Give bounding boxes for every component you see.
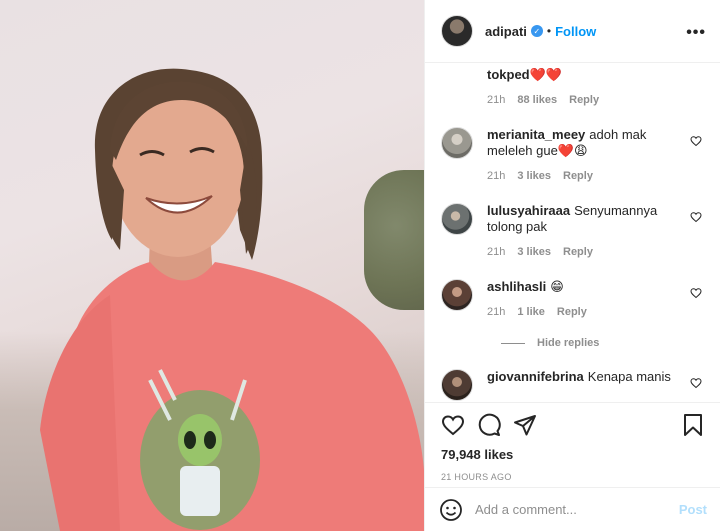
- person-illustration: [40, 68, 424, 531]
- comment-item: merianita_meey adoh mak meleleh gue❤️😩 21…: [441, 127, 704, 182]
- comment-meta: 21h 3 likes Reply: [487, 246, 704, 258]
- post-actions: 79,948 likes 21 HOURS AGO: [425, 402, 720, 482]
- comment-body: ashlihasli 😁 21h 1 like Reply: [487, 279, 704, 318]
- commenter-username[interactable]: giovannifebrina: [487, 369, 584, 384]
- commenter-avatar[interactable]: [441, 127, 473, 159]
- comment-time[interactable]: 21h: [487, 170, 505, 182]
- comment-item: giovannifebrina Kenapa manis: [441, 369, 704, 401]
- comment-likes[interactable]: 1 like: [517, 306, 545, 318]
- emoji-icon[interactable]: [439, 498, 463, 522]
- comment-text: lulusyahiraaa Senyumannya tolong pak: [487, 203, 677, 235]
- author-username[interactable]: adipati: [485, 24, 527, 39]
- comment-time[interactable]: 21h: [487, 306, 505, 318]
- save-icon[interactable]: [681, 413, 705, 437]
- post-photo[interactable]: [0, 0, 424, 531]
- comment-time[interactable]: 21h: [487, 94, 505, 106]
- hide-replies-line: [501, 342, 525, 344]
- commenter-avatar[interactable]: [441, 279, 473, 311]
- comment-meta: 21h 88 likes Reply: [487, 94, 704, 106]
- comment-content: 😁: [550, 279, 564, 294]
- commenter-username[interactable]: merianita_meey: [487, 127, 585, 142]
- comment-likes[interactable]: 88 likes: [517, 94, 557, 106]
- commenter-avatar[interactable]: [441, 203, 473, 235]
- post-timestamp[interactable]: 21 HOURS AGO: [441, 472, 705, 482]
- like-heart-icon[interactable]: [441, 413, 465, 437]
- like-comment-heart-icon[interactable]: [690, 377, 702, 389]
- action-icons: [441, 413, 705, 437]
- like-comment-heart-icon[interactable]: [690, 211, 702, 223]
- more-options-icon[interactable]: •••: [686, 24, 706, 42]
- comment-body: merianita_meey adoh mak meleleh gue❤️😩 21…: [487, 127, 704, 182]
- add-comment-bar: Post: [425, 487, 720, 531]
- share-icon[interactable]: [513, 413, 537, 437]
- comment-text: tokped❤️❤️: [487, 67, 677, 83]
- verified-icon: ✓: [530, 25, 543, 37]
- comment-item: ashlihasli 😁 21h 1 like Reply: [441, 279, 704, 318]
- hide-replies-button[interactable]: Hide replies: [501, 337, 704, 349]
- comment-content: Kenapa manis: [587, 369, 671, 384]
- post-header: adipati ✓ • Follow •••: [425, 0, 720, 63]
- like-comment-heart-icon[interactable]: [690, 135, 702, 147]
- comment-text: giovannifebrina Kenapa manis: [487, 369, 677, 385]
- post-modal: adipati ✓ • Follow ••• tokped❤️❤️ 21h 88…: [0, 0, 720, 531]
- follow-button[interactable]: Follow: [555, 24, 596, 39]
- comment-meta: 21h 3 likes Reply: [487, 170, 704, 182]
- comment-meta: 21h 1 like Reply: [487, 306, 704, 318]
- reply-button[interactable]: Reply: [557, 306, 587, 318]
- commenter-avatar[interactable]: [441, 369, 473, 401]
- like-comment-heart-icon[interactable]: [690, 287, 702, 299]
- comment-body: lulusyahiraaa Senyumannya tolong pak 21h …: [487, 203, 704, 258]
- reply-button[interactable]: Reply: [569, 94, 599, 106]
- reply-button[interactable]: Reply: [563, 246, 593, 258]
- author-avatar[interactable]: [441, 15, 473, 47]
- comment-text: ashlihasli 😁: [487, 279, 677, 295]
- commenter-username[interactable]: ashlihasli: [487, 279, 546, 294]
- avatar-spacer: [441, 67, 473, 106]
- comment-time[interactable]: 21h: [487, 246, 505, 258]
- comment-likes[interactable]: 3 likes: [517, 170, 551, 182]
- comment-body: giovannifebrina Kenapa manis: [487, 369, 704, 401]
- post-side-panel: adipati ✓ • Follow ••• tokped❤️❤️ 21h 88…: [424, 0, 720, 531]
- header-separator: •: [546, 24, 552, 38]
- comment-text-value: tokped❤️❤️: [487, 67, 562, 82]
- comment-item: tokped❤️❤️ 21h 88 likes Reply: [441, 67, 704, 106]
- reply-button[interactable]: Reply: [563, 170, 593, 182]
- comment-icon[interactable]: [477, 413, 501, 437]
- comment-body: tokped❤️❤️ 21h 88 likes Reply: [487, 67, 704, 106]
- likes-count[interactable]: 79,948 likes: [441, 447, 705, 462]
- comment-text: merianita_meey adoh mak meleleh gue❤️😩: [487, 127, 677, 159]
- comment-item: lulusyahiraaa Senyumannya tolong pak 21h …: [441, 203, 704, 258]
- post-comment-button[interactable]: Post: [679, 502, 707, 517]
- comment-likes[interactable]: 3 likes: [517, 246, 551, 258]
- hide-replies-label: Hide replies: [537, 337, 600, 349]
- comments-list[interactable]: tokped❤️❤️ 21h 88 likes Reply merianita_…: [425, 63, 720, 401]
- commenter-username[interactable]: lulusyahiraaa: [487, 203, 570, 218]
- add-comment-input[interactable]: [475, 502, 679, 517]
